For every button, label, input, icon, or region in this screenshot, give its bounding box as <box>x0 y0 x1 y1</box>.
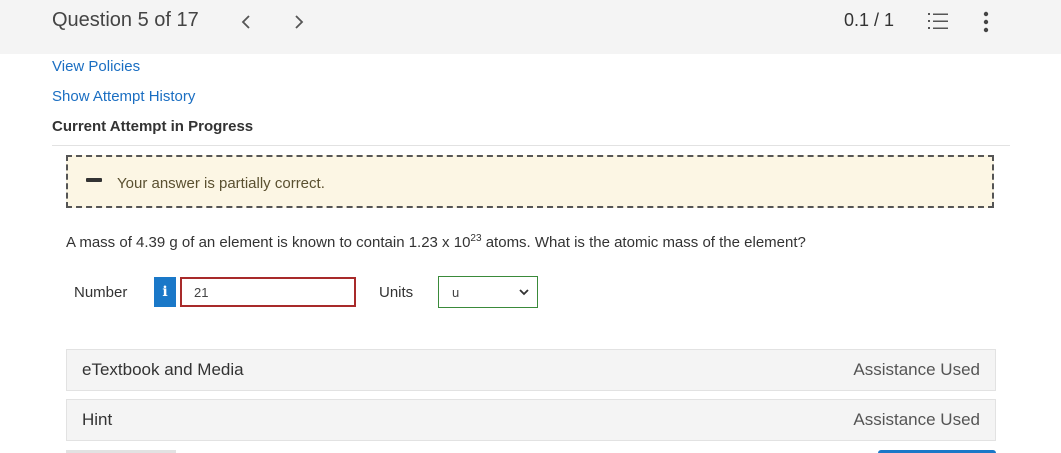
number-label: Number <box>74 284 128 301</box>
question-list-button[interactable] <box>928 11 948 31</box>
question-text-start: A mass of 4.39 g of an element is known … <box>66 234 471 251</box>
vertical-dots-icon <box>983 11 989 33</box>
chevron-down-icon <box>519 289 529 296</box>
chevron-left-icon <box>241 15 250 29</box>
info-button[interactable]: i <box>154 277 176 307</box>
units-selected-value: u <box>452 285 460 300</box>
number-input[interactable] <box>180 277 356 307</box>
hint-title: Hint <box>82 410 113 429</box>
units-label: Units <box>379 284 414 301</box>
view-policies-link[interactable]: View Policies <box>52 58 140 75</box>
partial-minus-icon <box>86 178 102 182</box>
feedback-box: Your answer is partially correct. <box>66 155 994 208</box>
question-score: 0.1 / 1 <box>844 10 895 30</box>
chevron-right-icon <box>295 15 304 29</box>
etextbook-media-title: eTextbook and Media <box>82 360 244 379</box>
question-exponent: 23 <box>470 233 482 244</box>
more-options-button[interactable] <box>980 10 992 34</box>
question-text-end: atoms. What is the atomic mass of the el… <box>481 234 806 251</box>
units-select[interactable]: u <box>438 276 538 308</box>
attempt-status: Current Attempt in Progress <box>52 118 254 135</box>
question-text: A mass of 4.39 g of an element is known … <box>66 233 806 251</box>
numbered-list-icon <box>928 13 948 29</box>
divider <box>52 145 1010 146</box>
feedback-text: Your answer is partially correct. <box>117 175 325 192</box>
etextbook-assistance-status: Assistance Used <box>853 360 980 379</box>
question-counter: Question 5 of 17 <box>52 9 199 31</box>
hint-section[interactable]: Hint Assistance Used <box>66 399 996 441</box>
previous-question-button[interactable] <box>241 10 251 35</box>
next-question-button[interactable] <box>294 10 304 35</box>
hint-assistance-status: Assistance Used <box>853 410 980 429</box>
question-header: Question 5 of 17 0.1 / 1 <box>0 0 1061 54</box>
etextbook-media-section[interactable]: eTextbook and Media Assistance Used <box>66 349 996 391</box>
show-attempt-history-link[interactable]: Show Attempt History <box>52 88 195 105</box>
